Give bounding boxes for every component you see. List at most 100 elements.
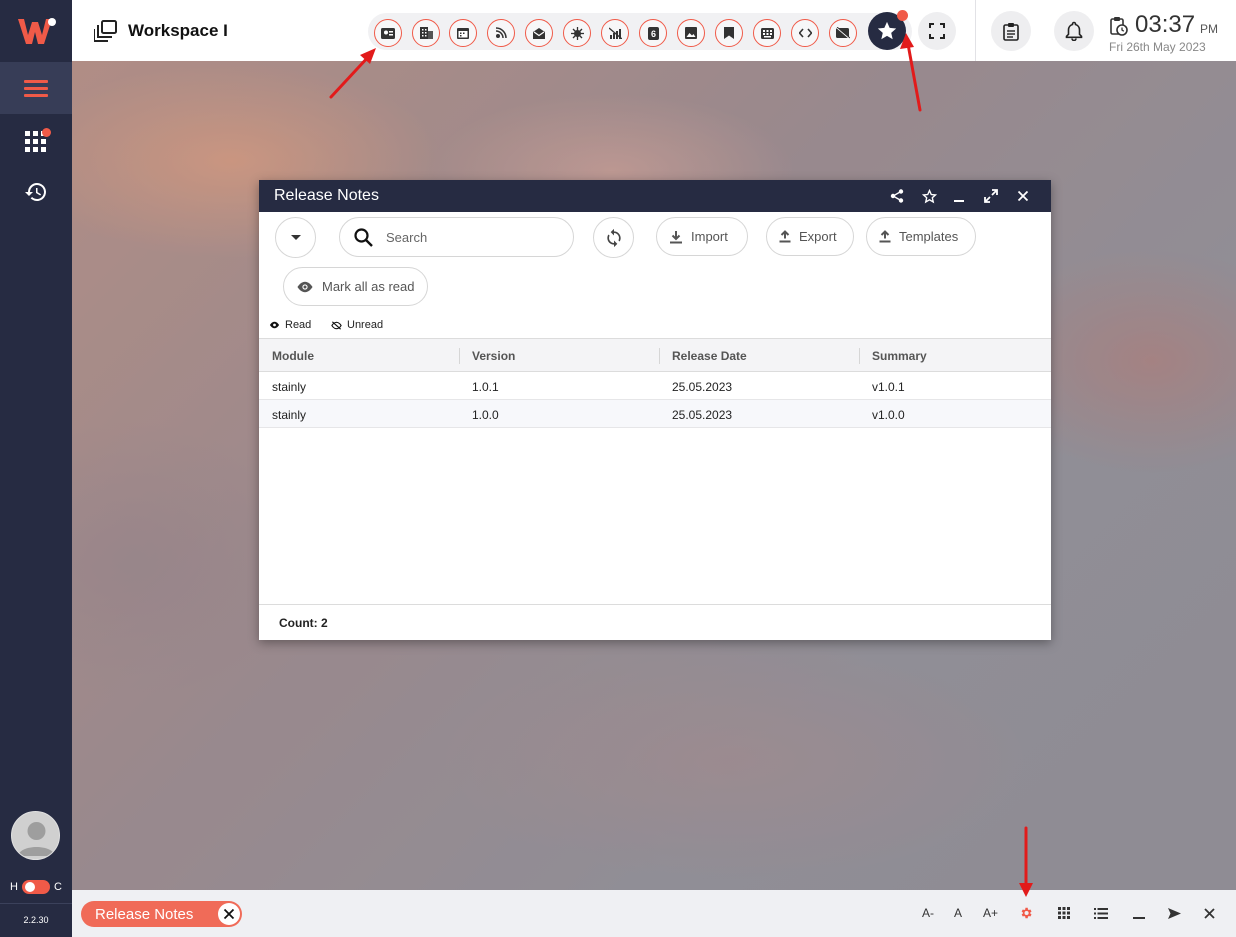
- app-version: 2.2.30: [23, 915, 49, 925]
- notifications-button[interactable]: [1054, 11, 1094, 51]
- row-count: Count: 2: [279, 616, 328, 630]
- column-header-version[interactable]: Version: [472, 349, 515, 363]
- mark-all-read-button[interactable]: Mark all as read: [283, 267, 428, 306]
- column-separator: [659, 348, 660, 364]
- clock-ampm: PM: [1200, 22, 1218, 36]
- column-header-summary[interactable]: Summary: [872, 349, 927, 363]
- dropdown-button[interactable]: [275, 217, 316, 258]
- templates-button[interactable]: Templates: [866, 217, 976, 256]
- fullscreen-button[interactable]: [918, 12, 956, 50]
- legend-read-label: Read: [285, 319, 312, 331]
- quick-mail-button[interactable]: [525, 19, 553, 47]
- import-button[interactable]: Import: [656, 217, 748, 256]
- quick-contact-button[interactable]: [374, 19, 402, 47]
- clipboard-icon: [1003, 22, 1019, 41]
- window-maximize-button[interactable]: [981, 186, 1001, 206]
- taskbar-close-button[interactable]: [1201, 905, 1217, 921]
- export-button[interactable]: Export: [766, 217, 854, 256]
- font-larger-button[interactable]: A+: [983, 906, 998, 920]
- export-label: Export: [799, 229, 837, 244]
- table-row[interactable]: stainly 1.0.1 25.05.2023 v1.0.1: [259, 372, 1051, 400]
- column-separator: [859, 348, 860, 364]
- quick-image-button[interactable]: [677, 19, 705, 47]
- window-minimize-button[interactable]: [949, 186, 969, 206]
- taskbar-item-close-button[interactable]: [218, 903, 240, 925]
- font-smaller-button[interactable]: A-: [922, 906, 934, 920]
- no-signal-icon: [608, 27, 622, 39]
- release-notes-window: Release Notes Import Export Tem: [259, 180, 1051, 640]
- workspace-title: Workspace I: [128, 21, 228, 40]
- app-logo[interactable]: [0, 0, 72, 61]
- table-row[interactable]: stainly 1.0.0 25.05.2023 v1.0.0: [259, 400, 1051, 428]
- sidebar: H C 2.2.30: [0, 0, 72, 937]
- top-header: Workspace I 6 03:37 PM Fri 26th May 2023: [72, 0, 1236, 61]
- close-icon: [1203, 907, 1215, 919]
- quick-bookmark-button[interactable]: [715, 19, 743, 47]
- sidebar-history-button[interactable]: [0, 166, 72, 218]
- share-button[interactable]: [887, 186, 907, 206]
- quick-number-button[interactable]: 6: [639, 19, 667, 47]
- quick-signal-button[interactable]: [601, 19, 629, 47]
- send-icon: [1167, 907, 1181, 919]
- window-favorite-button[interactable]: [919, 186, 939, 206]
- close-icon: [223, 908, 235, 920]
- quick-satellite-button[interactable]: [487, 19, 515, 47]
- toggle-left-label: H: [10, 881, 18, 893]
- cell-summary: v1.0.0: [872, 408, 905, 422]
- window-title: Release Notes: [274, 187, 379, 204]
- taskbar: Release Notes A- A A+: [72, 890, 1236, 937]
- taskbar-minimize-button[interactable]: [1131, 905, 1147, 921]
- quick-virus-button[interactable]: [563, 19, 591, 47]
- legend-unread: Unread: [331, 319, 383, 331]
- code-icon: [798, 28, 812, 38]
- quick-video-button[interactable]: [829, 19, 857, 47]
- apps-badge: [42, 128, 51, 137]
- quick-calendar-button[interactable]: [449, 19, 477, 47]
- header-divider: [975, 0, 976, 61]
- cell-release-date: 25.05.2023: [672, 380, 733, 394]
- font-normal-button[interactable]: A: [954, 906, 962, 920]
- clock-time: 03:37: [1135, 11, 1196, 38]
- window-titlebar[interactable]: Release Notes: [259, 180, 1051, 212]
- cell-release-date: 25.05.2023: [672, 408, 733, 422]
- workspace-switch-icon[interactable]: [94, 20, 118, 42]
- minimize-icon: [954, 200, 964, 202]
- favorites-badge: [897, 10, 908, 21]
- window-close-button[interactable]: [1013, 186, 1033, 206]
- sidebar-apps-button[interactable]: [0, 116, 72, 168]
- maximize-icon: [984, 189, 998, 203]
- sidebar-menu-button[interactable]: [0, 62, 72, 114]
- send-button[interactable]: [1166, 905, 1182, 921]
- cell-summary: v1.0.1: [872, 380, 905, 394]
- grid-view-button[interactable]: [1056, 905, 1072, 921]
- quick-keyboard-button[interactable]: [753, 19, 781, 47]
- download-icon: [670, 230, 682, 243]
- taskbar-item-release-notes[interactable]: Release Notes: [81, 901, 242, 927]
- video-off-icon: [836, 27, 850, 39]
- clipboard-button[interactable]: [991, 11, 1031, 51]
- quick-code-button[interactable]: [791, 19, 819, 47]
- quick-building-button[interactable]: [412, 19, 440, 47]
- import-label: Import: [691, 229, 728, 244]
- settings-button[interactable]: [1018, 905, 1034, 921]
- refresh-icon: [606, 228, 621, 247]
- star-icon: [877, 21, 897, 40]
- image-icon: [685, 27, 697, 39]
- cell-module: stainly: [272, 408, 307, 422]
- minimize-icon: [1133, 917, 1145, 919]
- search-input[interactable]: [386, 227, 556, 247]
- theme-toggle[interactable]: [22, 880, 50, 894]
- refresh-button[interactable]: [593, 217, 634, 258]
- column-header-module[interactable]: Module: [272, 349, 314, 363]
- cell-version: 1.0.0: [472, 408, 499, 422]
- menu-icon: [24, 80, 48, 97]
- eye-icon: [269, 321, 280, 329]
- user-avatar[interactable]: [11, 811, 60, 860]
- column-header-release-date[interactable]: Release Date: [672, 349, 747, 363]
- templates-label: Templates: [899, 229, 959, 244]
- search-icon: [354, 228, 373, 247]
- list-view-button[interactable]: [1093, 905, 1109, 921]
- grid-view-icon: [1058, 907, 1070, 919]
- caret-down-icon: [290, 235, 301, 240]
- history-icon: [25, 183, 46, 201]
